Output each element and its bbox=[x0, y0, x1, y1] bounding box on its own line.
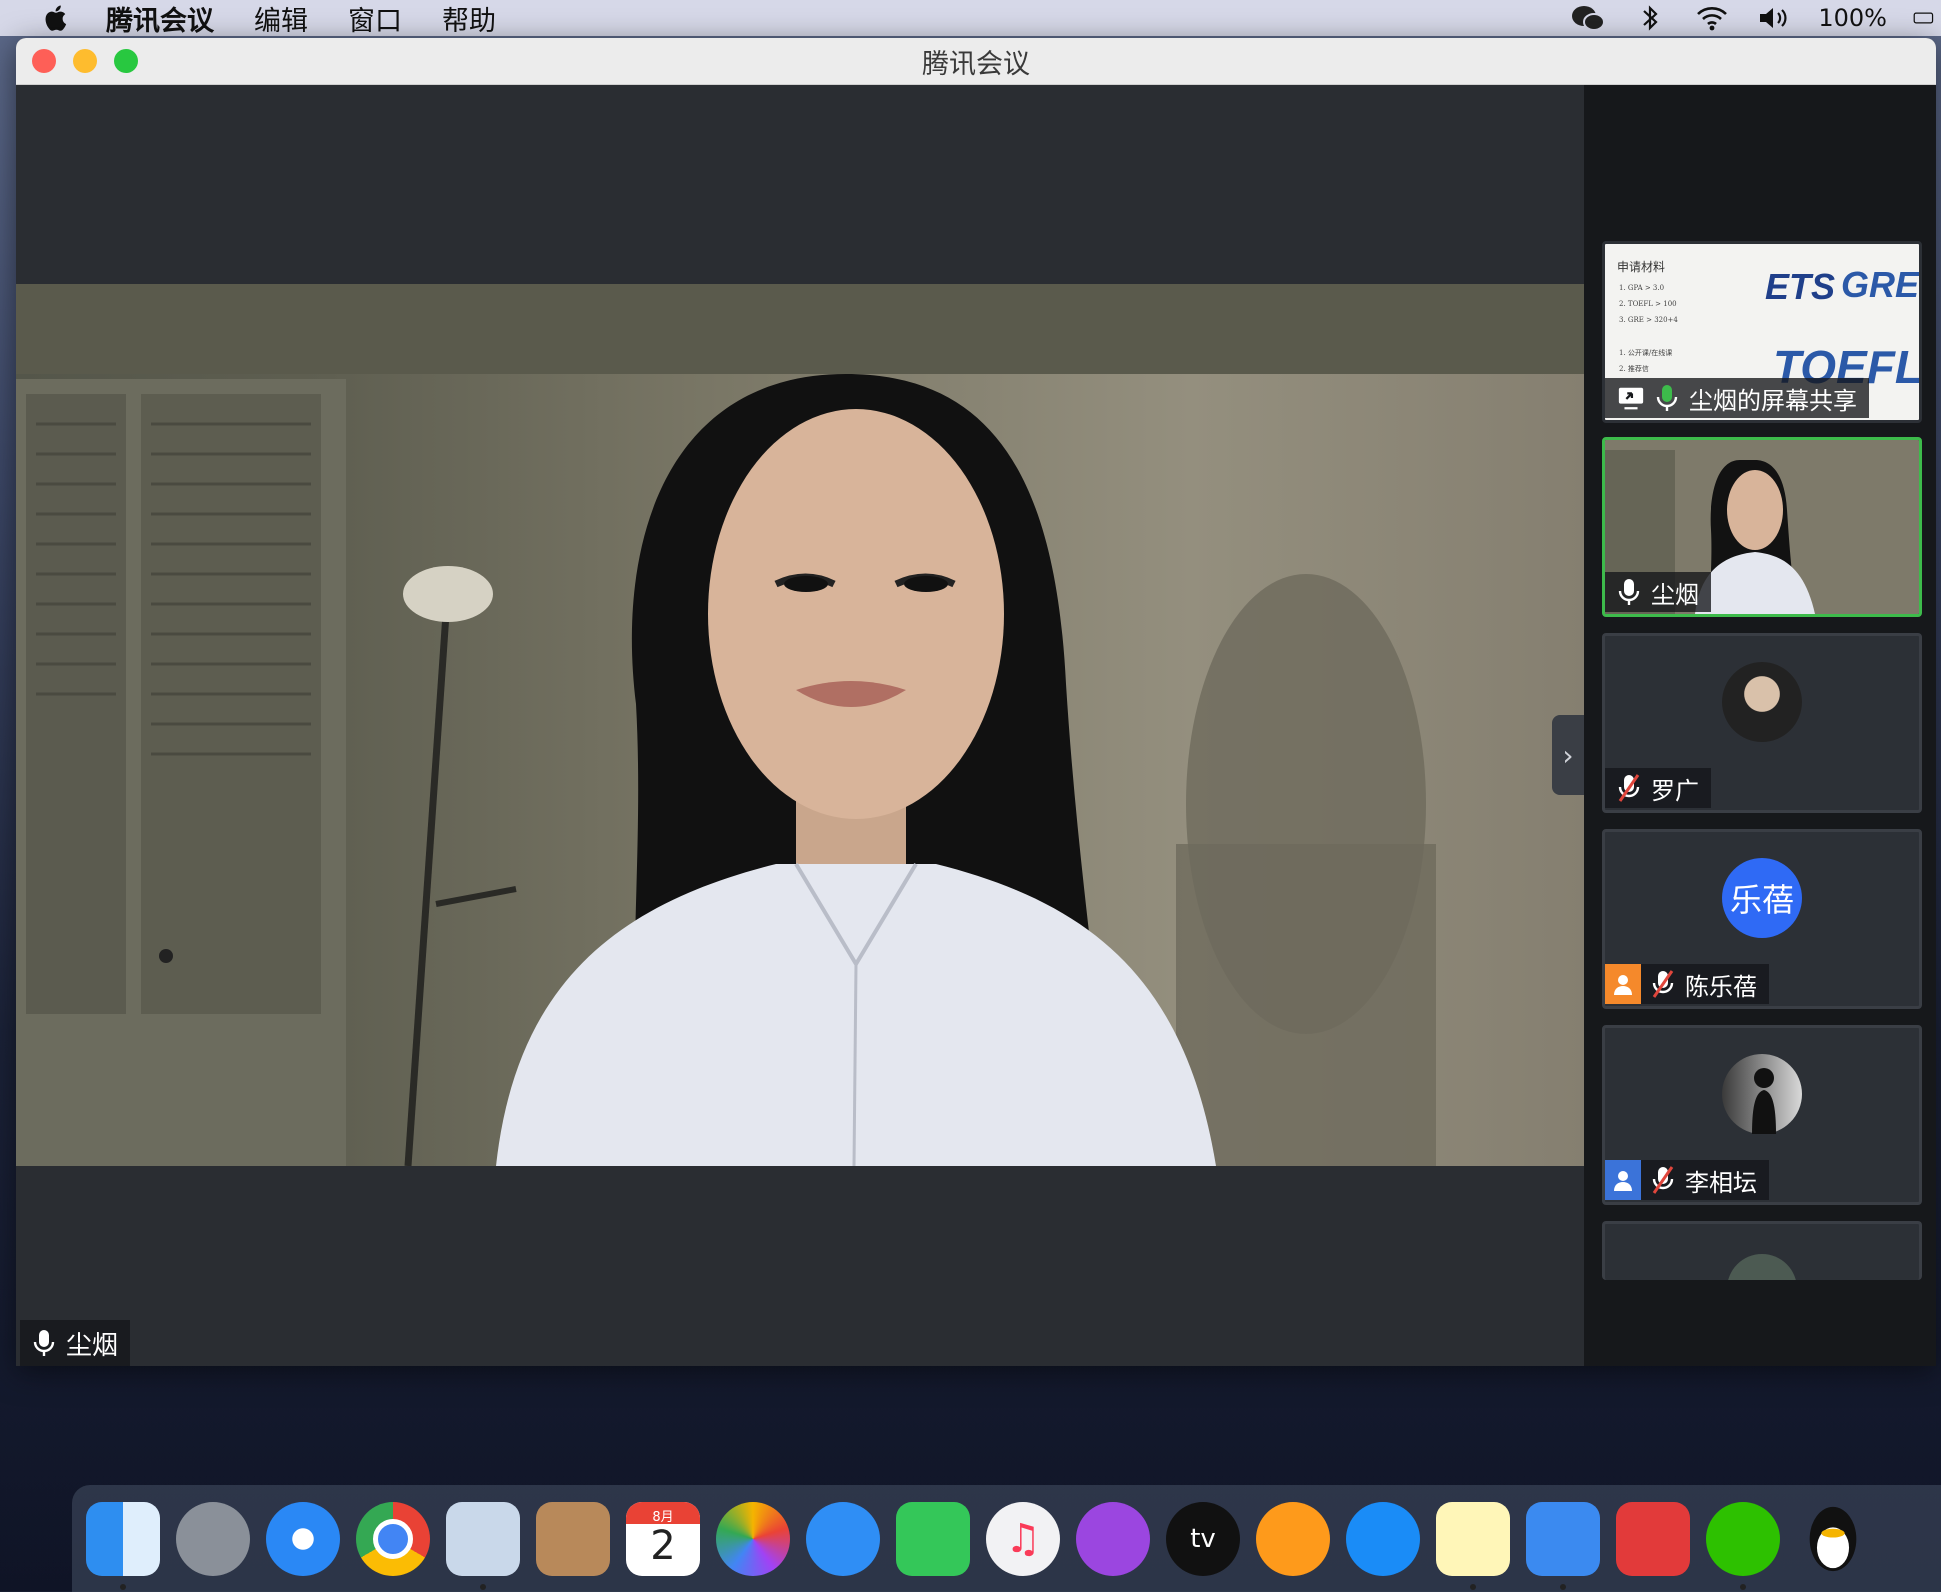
avatar bbox=[1722, 662, 1802, 742]
main-speaker-name-tag: 尘烟 bbox=[20, 1320, 131, 1366]
battery-icon[interactable] bbox=[1913, 4, 1935, 32]
avatar bbox=[1727, 1254, 1797, 1280]
participant-tile-active[interactable]: 尘烟 bbox=[1602, 437, 1922, 617]
finder-icon[interactable] bbox=[86, 1501, 160, 1590]
screen-share-icon bbox=[1618, 387, 1644, 410]
qq-icon[interactable] bbox=[1796, 1502, 1870, 1576]
battery-percent: 100% bbox=[1818, 4, 1887, 32]
slide-line: 1. 公开课/在线课 bbox=[1619, 349, 1673, 357]
slide-line: 3. GRE > 320+4 bbox=[1619, 316, 1678, 324]
main-speaker-video[interactable] bbox=[16, 284, 1584, 1166]
menu-app-name[interactable]: 腾讯会议 bbox=[106, 0, 214, 38]
participant-tile[interactable]: 罗广 bbox=[1602, 633, 1922, 813]
cloud-icon[interactable] bbox=[1526, 1501, 1600, 1590]
photos-icon[interactable] bbox=[716, 1501, 790, 1576]
messages-icon[interactable] bbox=[806, 1501, 880, 1576]
podcasts-icon[interactable] bbox=[1076, 1501, 1150, 1576]
menu-edit[interactable]: 编辑 bbox=[254, 0, 308, 38]
participant-sidebar: 申请材料 1. GPA > 3.0 2. TOEFL > 100 3. GRE … bbox=[1584, 85, 1936, 1366]
avatar bbox=[1722, 1054, 1802, 1134]
participant-name-tag: 陈乐蓓 bbox=[1605, 964, 1769, 1004]
minimize-window-button[interactable] bbox=[73, 49, 97, 73]
user-type-icon bbox=[1605, 1160, 1641, 1200]
participant-tile[interactable]: 乐蓓 陈乐蓓 bbox=[1602, 829, 1922, 1009]
preview-icon[interactable] bbox=[446, 1501, 520, 1590]
notes-icon[interactable] bbox=[1436, 1501, 1510, 1590]
slide-title: 申请材料 bbox=[1617, 260, 1666, 274]
wechat-status-icon[interactable] bbox=[1570, 4, 1606, 32]
appstore-icon[interactable] bbox=[1346, 1501, 1420, 1576]
netease-music-icon[interactable] bbox=[1616, 1501, 1690, 1576]
chevron-right-icon: › bbox=[1562, 738, 1574, 772]
avatar: 乐蓓 bbox=[1722, 858, 1802, 938]
menu-bar: 腾讯会议 编辑 窗口 帮助 100% bbox=[0, 0, 1941, 38]
participant-name-tag: 尘烟 bbox=[1605, 572, 1711, 612]
bluetooth-icon[interactable] bbox=[1632, 4, 1668, 32]
person-icon bbox=[1614, 1171, 1632, 1191]
facetime-icon[interactable] bbox=[896, 1501, 970, 1576]
wechat-icon[interactable] bbox=[1706, 1501, 1780, 1590]
slide-line: 2. TOEFL > 100 bbox=[1619, 300, 1677, 308]
participant-tile-partial[interactable] bbox=[1602, 1221, 1922, 1280]
muted-microphone-icon bbox=[1618, 774, 1640, 802]
participant-name: 陈乐蓓 bbox=[1685, 972, 1757, 1001]
contacts-icon[interactable] bbox=[536, 1501, 610, 1576]
calendar-icon[interactable]: 8月 2 bbox=[626, 1501, 700, 1576]
screen-share-name-tag: 尘烟的屏幕共享 bbox=[1605, 378, 1869, 418]
avatar-text: 乐蓓 bbox=[1729, 881, 1794, 919]
microphone-icon bbox=[33, 1330, 55, 1356]
macos-dock: 8月 2 ♫ tv bbox=[72, 1485, 1941, 1592]
silhouette-icon bbox=[1752, 1068, 1776, 1134]
muted-microphone-icon bbox=[1652, 1166, 1674, 1194]
calendar-month: 8月 bbox=[652, 1509, 674, 1525]
wifi-icon[interactable] bbox=[1694, 4, 1730, 32]
microphone-icon bbox=[1618, 579, 1640, 605]
slide-line: 2. 推荐信 bbox=[1619, 365, 1649, 373]
slide-gre-logo: GRE bbox=[1841, 264, 1920, 305]
main-speaker-name: 尘烟 bbox=[66, 1330, 119, 1361]
user-type-icon bbox=[1605, 964, 1641, 1004]
speaker-video-frame bbox=[16, 284, 1584, 1166]
volume-icon[interactable] bbox=[1756, 4, 1792, 32]
meeting-window: 腾讯会议 › 尘烟 申请材料 1. GPA > 3.0 2. TOEFL > 1… bbox=[16, 38, 1936, 1366]
participant-name-tag: 李相坛 bbox=[1605, 1160, 1769, 1200]
slide-line: 1. GPA > 3.0 bbox=[1619, 284, 1665, 292]
window-titlebar[interactable]: 腾讯会议 bbox=[16, 38, 1936, 85]
main-stage: › 尘烟 bbox=[16, 85, 1584, 1366]
participant-name: 罗广 bbox=[1651, 776, 1699, 805]
microphone-icon bbox=[1656, 385, 1678, 411]
slide-ets-logo: ETS bbox=[1765, 266, 1836, 307]
books-icon[interactable] bbox=[1256, 1501, 1330, 1576]
window-title: 腾讯会议 bbox=[922, 48, 1030, 80]
muted-microphone-icon bbox=[1652, 970, 1674, 998]
calendar-day: 2 bbox=[650, 1522, 676, 1569]
appletv-icon[interactable]: tv bbox=[1166, 1501, 1240, 1576]
participant-name: 李相坛 bbox=[1685, 1168, 1757, 1197]
fullscreen-window-button[interactable] bbox=[114, 49, 138, 73]
participant-name: 尘烟 bbox=[1651, 580, 1699, 609]
participant-tile[interactable]: 李相坛 bbox=[1602, 1025, 1922, 1205]
collapse-sidebar-button[interactable]: › bbox=[1552, 715, 1584, 795]
launchpad-icon[interactable] bbox=[176, 1501, 250, 1576]
chrome-icon[interactable] bbox=[356, 1501, 430, 1576]
safari-icon[interactable] bbox=[266, 1501, 340, 1576]
participant-name-tag: 罗广 bbox=[1605, 768, 1711, 808]
menu-help[interactable]: 帮助 bbox=[442, 0, 496, 38]
screen-share-tile[interactable]: 申请材料 1. GPA > 3.0 2. TOEFL > 100 3. GRE … bbox=[1602, 241, 1922, 423]
apple-icon[interactable] bbox=[42, 3, 72, 33]
music-icon[interactable]: ♫ bbox=[986, 1501, 1060, 1576]
menu-window[interactable]: 窗口 bbox=[348, 0, 402, 38]
participant-name: 尘烟的屏幕共享 bbox=[1689, 386, 1857, 415]
close-window-button[interactable] bbox=[32, 49, 56, 73]
person-icon bbox=[1614, 975, 1632, 995]
appletv-label: tv bbox=[1190, 1523, 1216, 1554]
